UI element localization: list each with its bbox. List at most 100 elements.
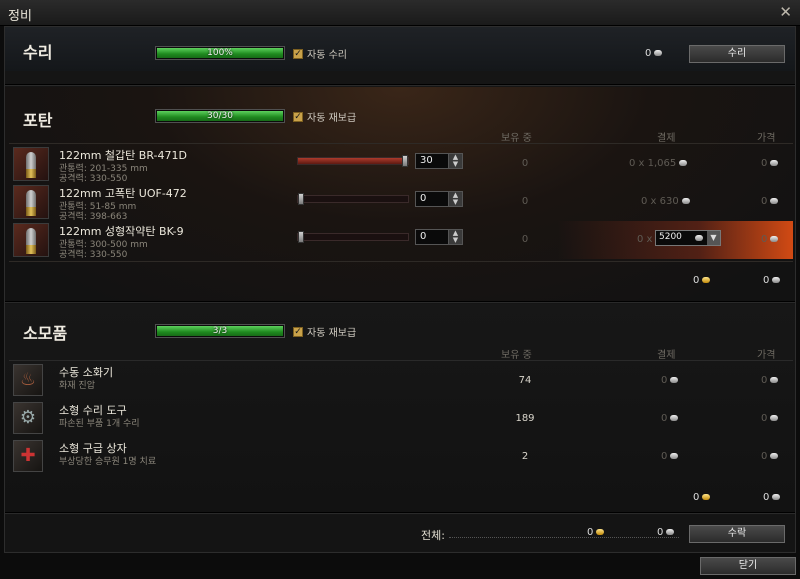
checkbox-check-icon: ✓ — [293, 111, 303, 122]
silver-icon — [770, 453, 779, 459]
ammo-price-value: 0 — [761, 196, 768, 207]
he-shell-icon — [13, 185, 49, 219]
stepper-arrows-icon[interactable]: ▲ ▼ — [448, 192, 462, 206]
ammo-price: 0 — [761, 234, 779, 245]
ammo-price: 0 — [761, 196, 779, 207]
stepper-arrows-icon[interactable]: ▲ ▼ — [448, 230, 462, 244]
consumables-col-price: 가격 — [757, 350, 776, 361]
ammo-quantity-stepper[interactable]: 0 ▲ ▼ — [415, 191, 463, 207]
auto-repair-label: 자동 수리 — [307, 50, 347, 61]
window-titlebar: 정비 ✕ — [0, 0, 800, 26]
consumable-price: 0 — [761, 375, 779, 386]
consumable-owned: 74 — [518, 375, 532, 386]
consumable-owned: 2 — [521, 451, 529, 462]
ammo-progress-bar: 30/30 — [155, 109, 285, 123]
ammo-quantity-value: 0 — [420, 193, 427, 204]
silver-icon — [770, 415, 779, 421]
ammo-col-owned: 보유 중 — [501, 133, 532, 144]
silver-icon — [772, 494, 781, 500]
consumables-col-owned: 보유 중 — [501, 350, 532, 361]
fire-extinguisher-icon: ♨ — [13, 364, 43, 396]
ammo-slider-handle[interactable] — [298, 193, 304, 205]
close-icon[interactable]: ✕ — [779, 3, 792, 21]
section-divider — [5, 84, 795, 86]
silver-icon — [770, 198, 779, 204]
ammo-quantity-stepper[interactable]: 30 ▲ ▼ — [415, 153, 463, 169]
ammo-total-silver: 0 — [763, 275, 781, 286]
consumable-price: 0 — [761, 451, 779, 462]
total-silver-value: 0 — [657, 527, 664, 538]
accept-button[interactable]: 수락 — [689, 525, 785, 543]
consumables-auto-resupply-checkbox[interactable]: ✓ 자동 재보급 — [293, 324, 356, 339]
consumables-title: 소모품 — [23, 324, 68, 343]
auto-repair-checkbox[interactable]: ✓ 자동 수리 — [293, 46, 347, 61]
silver-icon — [670, 453, 679, 459]
ap-shell-icon — [13, 147, 49, 181]
ammo-owned: 0 — [521, 158, 529, 169]
ammo-row: 122mm 고폭탄 UOF-472 관통력: 51-85 mm 공격력: 398… — [9, 183, 793, 222]
repair-kit-icon: ⚙ — [13, 402, 43, 434]
consumables-progress-label: 3/3 — [212, 326, 228, 336]
stepper-arrows-icon[interactable]: ▲ ▼ — [448, 154, 462, 168]
section-divider — [5, 301, 795, 303]
ammo-payment-value: 0 x 1,065 — [629, 158, 677, 169]
chevron-down-icon[interactable]: ▼ — [707, 231, 720, 245]
ammo-row: 122mm 철갑탄 BR-471D 관통력: 201-335 mm 공격력: 3… — [9, 145, 793, 184]
ammo-quantity-stepper[interactable]: 0 ▲ ▼ — [415, 229, 463, 245]
silver-icon — [670, 377, 679, 383]
service-panel: 수리 100% ✓ 자동 수리 0 수리 포탄 30/30 ✓ 자동 재보급 보… — [4, 26, 796, 553]
payment-currency-select[interactable]: 5200 ▼ — [655, 230, 721, 246]
ammo-owned: 0 — [521, 196, 529, 207]
gold-icon — [702, 277, 711, 283]
total-gold: 0 — [587, 527, 605, 538]
repair-title: 수리 — [23, 43, 53, 62]
total-silver: 0 — [657, 527, 675, 538]
consumables-total-gold-value: 0 — [693, 492, 700, 503]
repair-cost: 0 — [645, 48, 663, 59]
ammo-auto-resupply-checkbox[interactable]: ✓ 자동 재보급 — [293, 109, 356, 124]
consumables-progress-bar: 3/3 — [155, 324, 285, 338]
consumable-price-value: 0 — [761, 413, 768, 424]
ammo-quantity-value: 0 — [420, 231, 427, 242]
consumable-price-value: 0 — [761, 375, 768, 386]
ammo-total-gold: 0 — [693, 275, 711, 286]
checkbox-check-icon: ✓ — [293, 326, 303, 337]
consumable-row: ⚙ 소형 수리 도구 파손된 부품 1개 수리 189 0 0 — [9, 400, 793, 438]
gold-icon — [596, 529, 605, 535]
repair-button[interactable]: 수리 — [689, 45, 785, 63]
ammo-slider[interactable] — [297, 231, 409, 243]
consumable-row: ✚ 소형 구급 상자 부상당한 승무원 1명 치료 2 0 0 — [9, 438, 793, 476]
consumable-payment-value: 0 — [661, 413, 668, 424]
ammo-section: 포탄 30/30 ✓ 자동 재보급 보유 중 결제 가격 122mm 철갑탄 B… — [5, 87, 795, 301]
ammo-progress-label: 30/30 — [207, 111, 233, 121]
ammo-slider[interactable] — [297, 193, 409, 205]
consumable-price-value: 0 — [761, 451, 768, 462]
ammo-payment: 0 x 1,065 — [629, 158, 688, 169]
consumables-total-silver-value: 0 — [763, 492, 770, 503]
close-button[interactable]: 닫기 — [700, 557, 796, 575]
payment-select-value: 5200 — [659, 232, 682, 242]
repair-cost-value: 0 — [645, 48, 652, 59]
ammo-slider[interactable] — [297, 155, 409, 167]
consumable-desc: 부상당한 승무원 1명 치료 — [59, 457, 157, 467]
footer-totals: 전체: 0 0 수락 — [5, 515, 795, 551]
consumables-total-gold: 0 — [693, 492, 711, 503]
repair-section: 수리 100% ✓ 자동 수리 0 수리 — [5, 27, 795, 71]
consumables-section: 소모품 3/3 ✓ 자동 재보급 보유 중 결제 가격 ♨ 수동 소화기 화재 … — [5, 304, 795, 512]
consumable-payment-value: 0 — [661, 451, 668, 462]
checkbox-check-icon: ✓ — [293, 48, 303, 59]
gold-icon — [702, 494, 711, 500]
silver-icon — [770, 377, 779, 383]
silver-icon — [666, 529, 675, 535]
silver-icon — [770, 160, 779, 166]
ammo-payment-prefix: 0 x — [637, 234, 653, 245]
silver-icon — [772, 277, 781, 283]
total-gold-value: 0 — [587, 527, 594, 538]
ammo-slider-handle[interactable] — [298, 231, 304, 243]
consumable-payment-value: 0 — [661, 375, 668, 386]
heat-shell-icon — [13, 223, 49, 257]
ammo-damage: 공격력: 330-550 — [59, 250, 128, 260]
consumable-owned: 189 — [515, 413, 535, 424]
ammo-col-payment: 결제 — [657, 133, 676, 144]
ammo-slider-handle[interactable] — [402, 155, 408, 167]
